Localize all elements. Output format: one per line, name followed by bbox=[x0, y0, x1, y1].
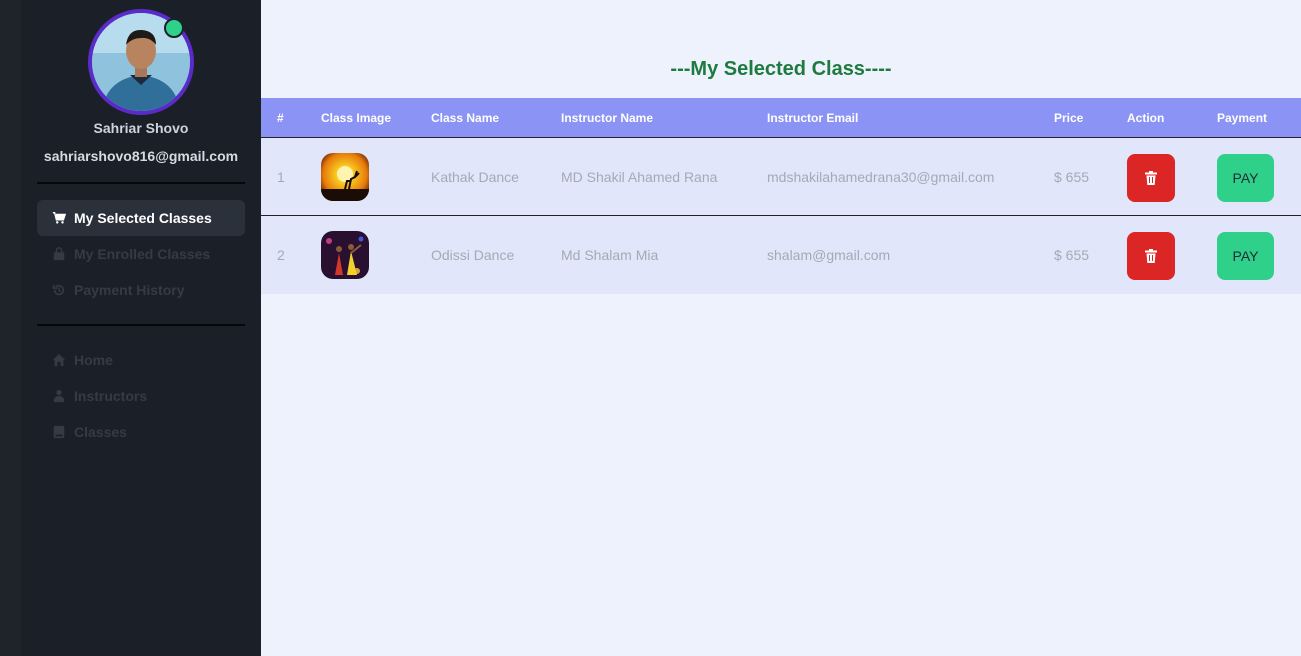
table-header: # Class Image Class Name Instructor Name… bbox=[261, 98, 1301, 138]
nav-item-payment-history[interactable]: Payment History bbox=[37, 272, 245, 308]
instructor-email: shalam@gmail.com bbox=[767, 247, 891, 263]
left-edge-strip bbox=[0, 0, 21, 656]
nav-item-label: My Enrolled Classes bbox=[74, 246, 211, 262]
nav-item-home[interactable]: Home bbox=[37, 342, 245, 378]
sidebar: Sahriar Shovo sahriarshovo816@gmail.com … bbox=[21, 0, 261, 656]
trash-icon bbox=[1145, 171, 1157, 185]
sidebar-divider bbox=[37, 182, 245, 184]
instructor-email: mdshakilahamedrana30@gmail.com bbox=[767, 169, 995, 185]
class-image bbox=[321, 153, 369, 201]
column-header-instructor-name: Instructor Name bbox=[561, 111, 654, 125]
class-name: Odissi Dance bbox=[431, 247, 515, 263]
column-header-instructor-email: Instructor Email bbox=[767, 111, 859, 125]
nav-item-label: My Selected Classes bbox=[74, 210, 212, 226]
nav-item-label: Instructors bbox=[74, 388, 148, 404]
cart-icon bbox=[52, 211, 66, 225]
home-icon bbox=[52, 353, 66, 367]
column-header-class-name: Class Name bbox=[431, 111, 500, 125]
table-row: 1 Kathak Dance MD Shakil Ahamed Rana mds… bbox=[261, 138, 1301, 216]
column-header-action: Action bbox=[1127, 111, 1165, 125]
class-image bbox=[321, 231, 369, 279]
book-icon bbox=[52, 425, 66, 439]
nav-item-classes[interactable]: Classes bbox=[37, 414, 245, 450]
online-status-dot bbox=[164, 18, 184, 38]
pay-button[interactable]: PAY bbox=[1217, 232, 1274, 280]
instructor-name: Md Shalam Mia bbox=[561, 247, 659, 263]
nav-item-my-selected-classes[interactable]: My Selected Classes bbox=[37, 200, 245, 236]
instructor-icon bbox=[52, 389, 66, 403]
row-number: 2 bbox=[277, 247, 285, 263]
price: $ 655 bbox=[1054, 247, 1090, 263]
selected-classes-table: # Class Image Class Name Instructor Name… bbox=[261, 98, 1301, 294]
nav-item-instructors[interactable]: Instructors bbox=[37, 378, 245, 414]
class-name: Kathak Dance bbox=[431, 169, 519, 185]
pay-button[interactable]: PAY bbox=[1217, 154, 1274, 202]
nav-item-label: Payment History bbox=[74, 282, 185, 298]
column-header-number: # bbox=[277, 111, 284, 125]
user-email: sahriarshovo816@gmail.com bbox=[43, 148, 239, 164]
delete-button[interactable] bbox=[1127, 154, 1175, 202]
user-name: Sahriar Shovo bbox=[93, 120, 189, 136]
column-header-price: Price bbox=[1054, 111, 1084, 125]
nav-item-label: Classes bbox=[74, 424, 127, 440]
column-header-class-image: Class Image bbox=[321, 111, 392, 125]
bag-icon bbox=[52, 247, 66, 261]
delete-button[interactable] bbox=[1127, 232, 1175, 280]
table-row: 2 Odissi Dance Md Shalam Mia shalam@gmai… bbox=[261, 216, 1301, 294]
history-icon bbox=[52, 283, 66, 297]
page-title: ---My Selected Class---- bbox=[670, 58, 892, 80]
nav-item-label: Home bbox=[74, 352, 113, 368]
trash-icon bbox=[1145, 249, 1157, 263]
column-header-payment: Payment bbox=[1217, 111, 1268, 125]
price: $ 655 bbox=[1054, 169, 1090, 185]
nav-item-my-enrolled-classes[interactable]: My Enrolled Classes bbox=[37, 236, 245, 272]
sidebar-divider bbox=[37, 324, 245, 326]
row-number: 1 bbox=[277, 169, 285, 185]
instructor-name: MD Shakil Ahamed Rana bbox=[561, 169, 718, 185]
